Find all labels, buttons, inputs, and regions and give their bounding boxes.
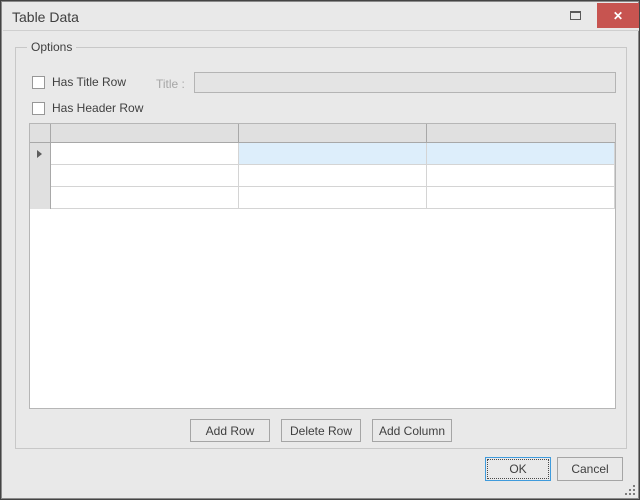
grid-cell[interactable] <box>426 142 615 165</box>
restore-icon <box>570 11 581 20</box>
grip-dot <box>633 489 635 491</box>
grid-row-header[interactable] <box>30 186 51 209</box>
grid-column-header[interactable] <box>50 124 239 143</box>
grid-cell[interactable] <box>238 142 427 165</box>
table-row[interactable] <box>30 164 615 187</box>
title-input[interactable] <box>194 72 616 93</box>
checkbox-box <box>32 75 45 89</box>
restore-button[interactable] <box>554 3 597 28</box>
add-column-button[interactable]: Add Column <box>372 419 452 442</box>
close-button[interactable]: ✕ <box>597 3 639 28</box>
resize-grip[interactable] <box>623 483 635 495</box>
current-row-arrow-icon <box>37 149 43 158</box>
grid-cell[interactable] <box>50 164 239 187</box>
grid-empty-area <box>30 208 615 209</box>
grid-column-header[interactable] <box>426 124 615 143</box>
grid-row-header[interactable] <box>30 164 51 187</box>
grip-dot <box>629 489 631 491</box>
window-controls: ✕ <box>554 3 639 30</box>
grid-cell[interactable] <box>238 186 427 209</box>
grip-dot <box>625 493 627 495</box>
window-title: Table Data <box>12 9 79 25</box>
has-header-row-label: Has Header Row <box>52 101 144 115</box>
grid-corner-header[interactable] <box>30 124 51 143</box>
window-titlebar: Table Data ✕ <box>3 3 639 31</box>
table-data-dialog: Table Data ✕ Options Has Title Row Has H… <box>0 0 640 500</box>
title-field-label: Title : <box>156 77 185 91</box>
focus-ring <box>487 459 549 479</box>
ok-button[interactable]: OK <box>485 457 551 481</box>
options-groupbox-legend: Options <box>27 40 77 54</box>
has-header-row-checkbox[interactable]: Has Header Row <box>32 101 143 115</box>
grid-row-header[interactable] <box>30 142 51 165</box>
cancel-button-label: Cancel <box>571 462 609 476</box>
table-row[interactable] <box>30 186 615 209</box>
grip-dot <box>633 485 635 487</box>
grid-cell[interactable] <box>426 164 615 187</box>
delete-row-button[interactable]: Delete Row <box>281 419 361 442</box>
table-row[interactable] <box>30 142 615 165</box>
grid-empty-cell <box>50 208 615 209</box>
grip-dot <box>633 493 635 495</box>
grid-cell[interactable] <box>426 186 615 209</box>
has-title-row-label: Has Title Row <box>52 75 127 89</box>
grid-cell[interactable] <box>238 164 427 187</box>
cancel-button[interactable]: Cancel <box>557 457 623 481</box>
grid-cell[interactable] <box>50 142 239 165</box>
grid-column-header[interactable] <box>238 124 427 143</box>
grid-header-row <box>30 124 615 143</box>
add-row-button[interactable]: Add Row <box>190 419 270 442</box>
close-icon: ✕ <box>612 8 624 23</box>
checkbox-box <box>32 101 45 115</box>
grid-cell[interactable] <box>50 186 239 209</box>
grip-dot <box>629 493 631 495</box>
grid-action-buttons: Add Row Delete Row Add Column <box>1 419 640 442</box>
has-title-row-checkbox[interactable]: Has Title Row <box>32 75 126 89</box>
table-data-grid[interactable] <box>29 123 616 409</box>
grid-empty-rowheader <box>30 208 50 209</box>
